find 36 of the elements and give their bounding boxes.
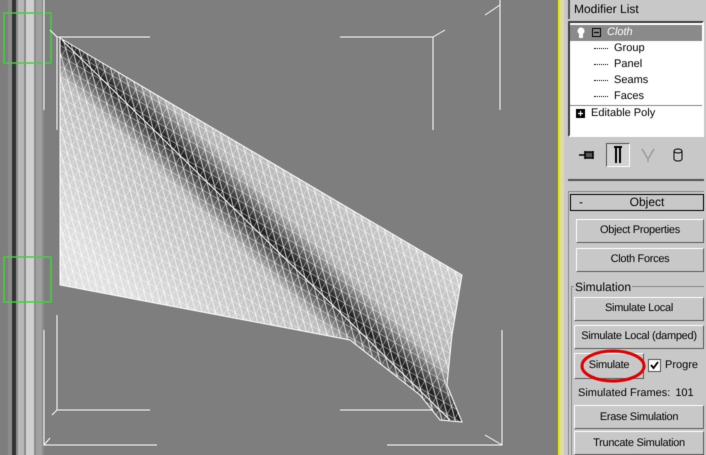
panel-button[interactable]: Simulate Local (damped) xyxy=(574,324,704,348)
stack-item-label: Cloth xyxy=(607,25,633,40)
panel-button[interactable]: Simulate Local xyxy=(574,296,704,320)
sub-object-item[interactable]: Panel xyxy=(614,56,642,73)
tree-connector xyxy=(594,96,608,98)
stack-toolbar-button[interactable] xyxy=(606,142,630,167)
panel-button[interactable]: Erase Simulation xyxy=(574,405,704,429)
pin-icon xyxy=(579,148,597,161)
pillar-icon xyxy=(613,146,623,164)
tree-connector xyxy=(594,64,608,66)
rollout-title: Object xyxy=(628,194,666,211)
bounding-box-outline xyxy=(3,12,52,64)
rollout-header[interactable]: - Object xyxy=(570,194,704,210)
panel-button[interactable]: Cloth Forces xyxy=(576,248,704,272)
progress-checkbox[interactable] xyxy=(648,359,661,372)
panel-button[interactable]: Object Properties xyxy=(576,218,704,242)
tree-connector xyxy=(594,80,608,82)
frames-label: Simulated Frames: xyxy=(578,386,670,400)
circle-annotation xyxy=(580,348,646,382)
expand-toggle-icon[interactable] xyxy=(576,108,585,118)
cylinder-icon xyxy=(672,146,684,163)
sub-object-item[interactable]: Group xyxy=(614,40,645,57)
sub-object-item[interactable]: Faces xyxy=(614,88,644,105)
check-icon xyxy=(650,361,659,370)
frames-value: 101 xyxy=(675,386,694,400)
lightbulb-icon xyxy=(576,26,586,39)
tree-connector xyxy=(594,48,608,50)
checkbox-label: Progre xyxy=(665,358,698,374)
rollout-toggle: - xyxy=(571,193,591,211)
funnel-icon xyxy=(641,146,655,163)
sub-object-item[interactable]: Seams xyxy=(614,72,648,89)
stack-item[interactable]: Editable Poly xyxy=(570,104,702,121)
panel-button[interactable]: Truncate Simulation xyxy=(574,431,704,455)
bounding-box-outline xyxy=(3,256,52,303)
stack-item-label: Editable Poly xyxy=(591,106,656,121)
expand-toggle-icon[interactable] xyxy=(592,28,601,38)
